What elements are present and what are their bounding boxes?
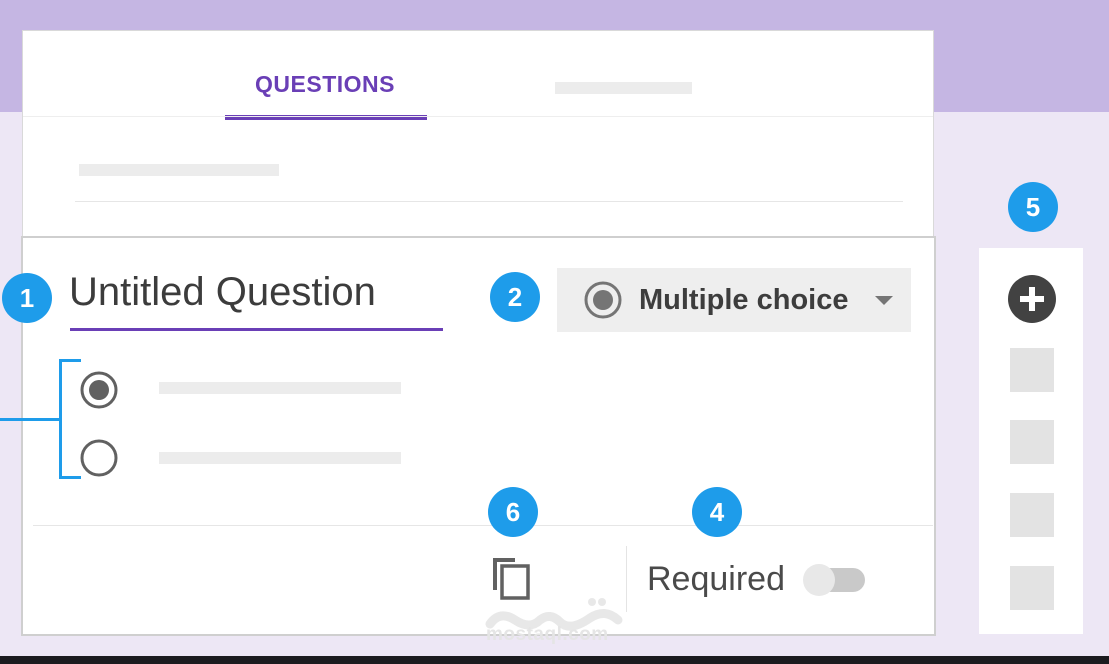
question-card[interactable]: Untitled Question Multiple choice Requir…: [21, 236, 936, 636]
callout-badge-4: 4: [692, 487, 742, 537]
question-type-dropdown[interactable]: Multiple choice: [557, 268, 911, 332]
toolbar-tool[interactable]: [1010, 493, 1054, 537]
question-title-underline: [70, 328, 443, 331]
question-type-label: Multiple choice: [639, 284, 849, 316]
form-header-card: QUESTIONS: [22, 30, 934, 236]
required-label: Required: [647, 560, 785, 598]
side-toolbar: [979, 248, 1083, 634]
option-text-placeholder[interactable]: [159, 382, 401, 394]
option-radio-selected[interactable]: [79, 370, 119, 410]
watermark-text: mostaql.com: [486, 624, 609, 645]
add-circle-icon[interactable]: [1007, 274, 1057, 324]
toolbar-tool[interactable]: [1010, 566, 1054, 610]
options-bracket: [59, 359, 81, 479]
form-title-placeholder[interactable]: [79, 164, 279, 176]
bottom-bar: [0, 656, 1109, 664]
card-footer-divider: [33, 525, 933, 526]
chevron-down-icon: [875, 296, 893, 305]
tab-divider: [23, 116, 933, 117]
callout-badge-2: 2: [490, 272, 540, 322]
radio-checked-icon: [584, 281, 622, 319]
tab-responses[interactable]: [555, 82, 692, 94]
toggle-knob: [803, 564, 835, 596]
toolbar-tool[interactable]: [1010, 420, 1054, 464]
option-radio-unselected[interactable]: [79, 438, 119, 478]
callout-badge-5: 5: [1008, 182, 1058, 232]
options-bracket-line: [0, 418, 60, 421]
question-title[interactable]: Untitled Question: [69, 270, 376, 315]
callout-badge-6: 6: [488, 487, 538, 537]
required-toggle[interactable]: [803, 564, 867, 596]
toolbar-tool[interactable]: [1010, 348, 1054, 392]
option-text-placeholder[interactable]: [159, 452, 401, 464]
tab-questions[interactable]: QUESTIONS: [223, 71, 427, 98]
form-title-underline: [75, 201, 903, 202]
callout-badge-1: 1: [2, 273, 52, 323]
